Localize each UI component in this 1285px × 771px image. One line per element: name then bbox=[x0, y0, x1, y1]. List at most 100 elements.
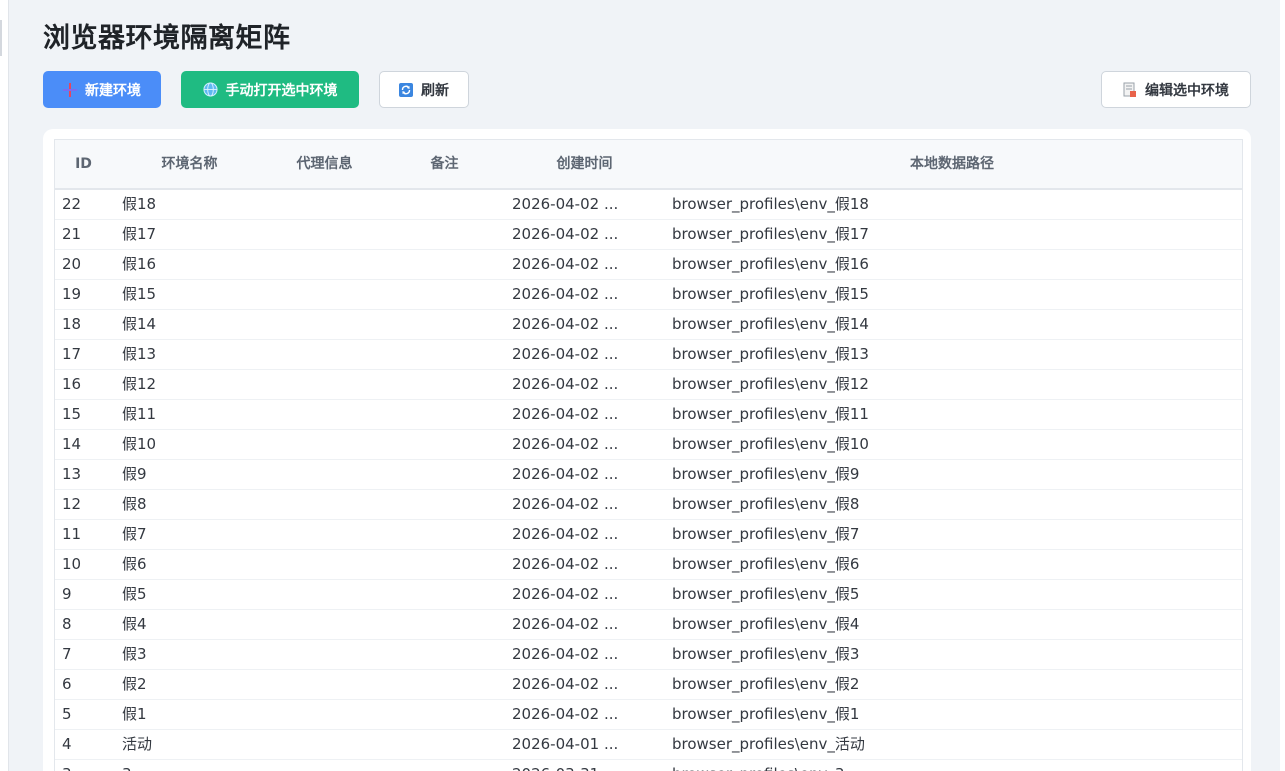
header-id[interactable]: ID bbox=[55, 140, 112, 188]
cell-local-path: browser_profiles\env_假1 bbox=[672, 705, 860, 723]
header-proxy[interactable]: 代理信息 bbox=[257, 140, 392, 188]
cell-id: 4 bbox=[62, 735, 72, 753]
table-row[interactable]: 17 假13 2026-04-02 ... browser_profiles\env_… bbox=[55, 340, 1242, 370]
cell-proxy bbox=[265, 490, 385, 519]
cell-note bbox=[395, 310, 495, 339]
table-row[interactable]: 15 假11 2026-04-02 ... browser_profiles\env_… bbox=[55, 400, 1242, 430]
document-edit-icon bbox=[1123, 82, 1137, 98]
cell-created-time: 2026-04-02 ... bbox=[512, 195, 619, 213]
cell-local-path: browser_profiles\env_假18 bbox=[672, 195, 869, 213]
cell-name: 假12 bbox=[122, 375, 157, 393]
table-row[interactable]: 18 假14 2026-04-02 ... browser_profiles\env_… bbox=[55, 310, 1242, 340]
cell-name: 假18 bbox=[122, 195, 157, 213]
table-row[interactable]: 14 假10 2026-04-02 ... browser_profiles\env_… bbox=[55, 430, 1242, 460]
table-row[interactable]: 12 假8 2026-04-02 ... browser_profiles\env_假… bbox=[55, 490, 1242, 520]
refresh-button[interactable]: 刷新 bbox=[379, 71, 469, 108]
cell-note bbox=[395, 550, 495, 579]
cell-local-path: browser_profiles\env_假13 bbox=[672, 345, 869, 363]
table-row[interactable]: 13 假9 2026-04-02 ... browser_profiles\env_假… bbox=[55, 460, 1242, 490]
cell-proxy bbox=[265, 340, 385, 369]
table-row[interactable]: 4 活动 2026-04-01 ... browser_profiles\env_活动 bbox=[55, 730, 1242, 760]
header-note[interactable]: 备注 bbox=[392, 140, 497, 188]
cell-local-path: browser_profiles\env_假16 bbox=[672, 255, 869, 273]
open-selected-environment-button[interactable]: 手动打开选中环境 bbox=[181, 71, 359, 108]
cell-local-path: browser_profiles\env_假10 bbox=[672, 435, 869, 453]
cell-note bbox=[395, 370, 495, 399]
cell-id: 10 bbox=[62, 555, 82, 573]
cell-id: 8 bbox=[62, 615, 72, 633]
cell-note bbox=[395, 340, 495, 369]
table-row[interactable]: 19 假15 2026-04-02 ... browser_profiles\env_… bbox=[55, 280, 1242, 310]
cell-proxy bbox=[265, 580, 385, 609]
cell-created-time: 2026-03-31 ... bbox=[512, 760, 622, 771]
table-row[interactable]: 9 假5 2026-04-02 ... browser_profiles\env_假5 bbox=[55, 580, 1242, 610]
table-row[interactable]: 22 假18 2026-04-02 ... browser_profiles\env_… bbox=[55, 190, 1242, 220]
open-selected-environment-label: 手动打开选中环境 bbox=[225, 82, 338, 99]
right-window-edge bbox=[1280, 0, 1285, 771]
cell-created-time: 2026-04-02 ... bbox=[512, 675, 619, 693]
cell-name: 假16 bbox=[122, 255, 157, 273]
cell-proxy bbox=[265, 730, 385, 759]
edit-selected-environment-button[interactable]: 编辑选中环境 bbox=[1101, 71, 1251, 108]
cell-id: 15 bbox=[62, 405, 82, 423]
table-row[interactable]: 11 假7 2026-04-02 ... browser_profiles\env_假… bbox=[55, 520, 1242, 550]
new-environment-label: 新建环境 bbox=[85, 82, 141, 99]
cell-proxy bbox=[265, 610, 385, 639]
cell-created-time: 2026-04-02 ... bbox=[512, 435, 619, 453]
edit-selected-environment-label: 编辑选中环境 bbox=[1145, 82, 1229, 99]
cell-local-path: browser_profiles\env_假3 bbox=[672, 645, 860, 663]
table-row[interactable]: 16 假12 2026-04-02 ... browser_profiles\env_… bbox=[55, 370, 1242, 400]
header-local-path[interactable]: 本地数据路径 bbox=[672, 140, 1232, 188]
cell-proxy bbox=[265, 400, 385, 429]
cell-name: 假13 bbox=[122, 345, 157, 363]
cell-id: 21 bbox=[62, 225, 82, 243]
table-row[interactable]: 6 假2 2026-04-02 ... browser_profiles\env_假2 bbox=[55, 670, 1242, 700]
new-environment-button[interactable]: 新建环境 bbox=[43, 71, 161, 108]
table-row[interactable]: 7 假3 2026-04-02 ... browser_profiles\env_假3 bbox=[55, 640, 1242, 670]
cell-local-path: browser_profiles\env_假4 bbox=[672, 615, 860, 633]
header-created-time[interactable]: 创建时间 bbox=[512, 140, 657, 188]
cell-created-time: 2026-04-02 ... bbox=[512, 645, 619, 663]
globe-icon bbox=[202, 82, 218, 97]
cell-proxy bbox=[265, 370, 385, 399]
cell-proxy bbox=[265, 520, 385, 549]
cell-proxy bbox=[265, 460, 385, 489]
cell-created-time: 2026-04-01 ... bbox=[512, 735, 619, 753]
table-row[interactable]: 21 假17 2026-04-02 ... browser_profiles\env_… bbox=[55, 220, 1242, 250]
cell-proxy bbox=[265, 670, 385, 699]
refresh-icon bbox=[399, 82, 413, 97]
cell-local-path: browser_profiles\env_假5 bbox=[672, 585, 860, 603]
cell-name: 3 bbox=[122, 760, 252, 771]
cell-id: 3 bbox=[62, 760, 112, 771]
cell-id: 7 bbox=[62, 645, 72, 663]
cell-note bbox=[395, 730, 495, 759]
cell-proxy bbox=[265, 190, 385, 219]
cell-name: 假6 bbox=[122, 555, 147, 573]
cell-note bbox=[395, 280, 495, 309]
cell-proxy bbox=[265, 280, 385, 309]
cell-name: 假9 bbox=[122, 465, 147, 483]
cell-name: 假7 bbox=[122, 525, 147, 543]
cell-note bbox=[395, 610, 495, 639]
cell-created-time: 2026-04-02 ... bbox=[512, 285, 619, 303]
cell-id: 14 bbox=[62, 435, 82, 453]
cell-created-time: 2026-04-02 ... bbox=[512, 315, 619, 333]
table-row[interactable]: 5 假1 2026-04-02 ... browser_profiles\env_假1 bbox=[55, 700, 1242, 730]
refresh-label: 刷新 bbox=[421, 82, 449, 99]
cell-id: 5 bbox=[62, 705, 72, 723]
cell-created-time: 2026-04-02 ... bbox=[512, 705, 619, 723]
table-row[interactable]: 10 假6 2026-04-02 ... browser_profiles\env_假… bbox=[55, 550, 1242, 580]
table-row[interactable]: 33 2026-03-31 ... browser_profiles\env_3 bbox=[55, 760, 1242, 771]
cell-proxy bbox=[265, 250, 385, 279]
table-row[interactable]: 8 假4 2026-04-02 ... browser_profiles\env_假4 bbox=[55, 610, 1242, 640]
cell-note bbox=[395, 190, 495, 219]
cell-id: 9 bbox=[62, 585, 72, 603]
cell-name: 活动 bbox=[122, 735, 153, 753]
table-row[interactable]: 20 假16 2026-04-02 ... browser_profiles\env_… bbox=[55, 250, 1242, 280]
cell-local-path: browser_profiles\env_假11 bbox=[672, 405, 869, 423]
cell-created-time: 2026-04-02 ... bbox=[512, 555, 619, 573]
cell-created-time: 2026-04-02 ... bbox=[512, 495, 619, 513]
cell-name: 假8 bbox=[122, 495, 147, 513]
header-name[interactable]: 环境名称 bbox=[122, 140, 257, 188]
cell-local-path: browser_profiles\env_假7 bbox=[672, 525, 860, 543]
